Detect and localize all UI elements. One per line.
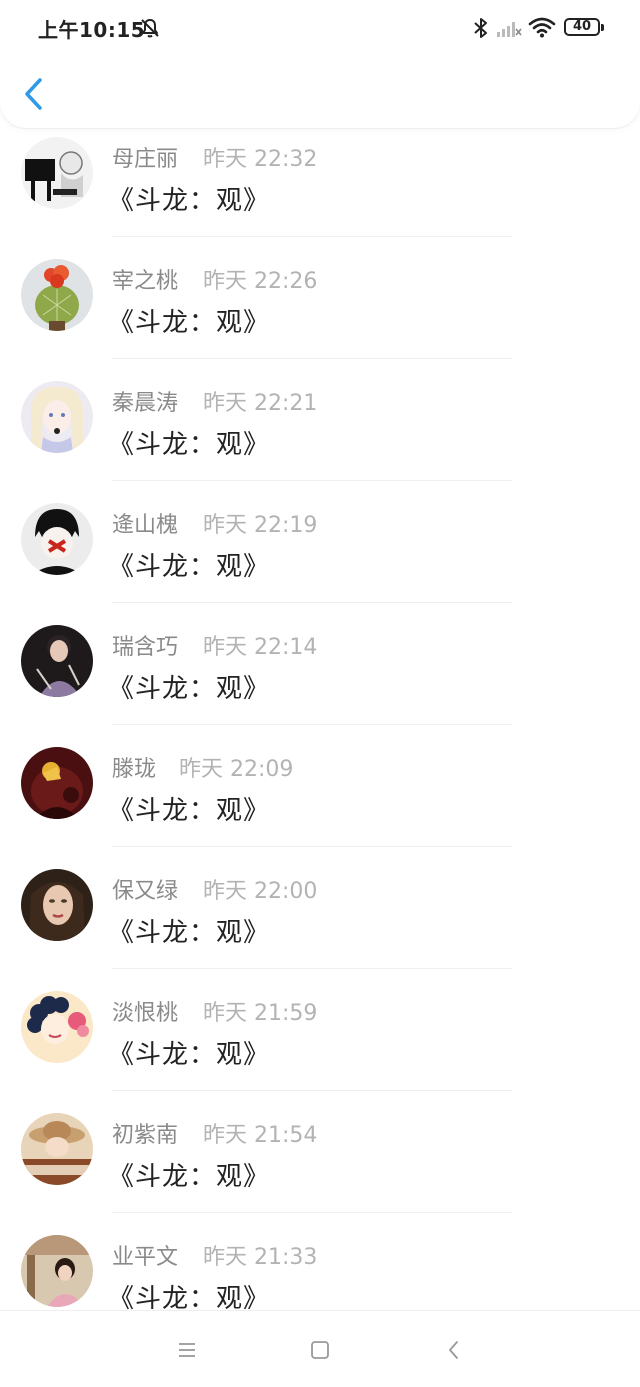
home-icon[interactable] — [307, 1337, 333, 1363]
comment-text: 《斗龙：观》 — [108, 1162, 271, 1192]
comment-time: 昨天 22:14 — [203, 635, 318, 660]
commenter-name[interactable]: 初紫南 — [112, 1117, 178, 1149]
bell-muted-icon — [141, 19, 159, 38]
avatar[interactable] — [21, 503, 93, 575]
comment-text: 《斗龙：观》 — [108, 1040, 271, 1070]
commenter-name[interactable]: 秦晨涛 — [112, 385, 178, 417]
commenter-name[interactable]: 保又绿 — [112, 873, 178, 905]
battery-level: 40 — [572, 19, 592, 34]
avatar[interactable] — [21, 259, 93, 331]
comment-time: 昨天 22:09 — [179, 757, 294, 782]
wifi-icon — [528, 17, 556, 38]
status-bar: 上午10:15 40 — [0, 0, 640, 56]
menu-icon[interactable] — [174, 1337, 200, 1363]
back-button[interactable] — [18, 74, 52, 114]
commenter-name[interactable]: 瑞含巧 — [112, 629, 178, 661]
avatar[interactable] — [21, 137, 93, 209]
avatar[interactable] — [21, 747, 93, 819]
battery-icon: 40 — [564, 18, 604, 36]
comment-text: 《斗龙：观》 — [108, 796, 271, 826]
comment-list-screen: 上午10:15 40 母庄丽 昨天 22:32 《斗龙：观》 宰之桃 昨天 22… — [0, 0, 640, 1387]
commenter-name[interactable]: 宰之桃 — [112, 263, 178, 295]
list-item[interactable]: 宰之桃 昨天 22:26 《斗龙：观》 — [0, 214, 640, 359]
back-icon[interactable] — [441, 1337, 467, 1363]
avatar[interactable] — [21, 1113, 93, 1185]
comment-text: 《斗龙：观》 — [108, 552, 271, 582]
list-item[interactable]: 逄山槐 昨天 22:19 《斗龙：观》 — [0, 458, 640, 603]
list-item[interactable]: 保又绿 昨天 22:00 《斗龙：观》 — [0, 824, 640, 969]
list-item[interactable]: 瑞含巧 昨天 22:14 《斗龙：观》 — [0, 580, 640, 725]
list-item[interactable]: 业平文 昨天 21:33 《斗龙：观》 — [0, 1190, 640, 1314]
bluetooth-icon — [474, 18, 487, 38]
comment-time: 昨天 21:33 — [203, 1245, 318, 1270]
app-header: 上午10:15 40 — [0, 0, 640, 128]
comment-time: 昨天 22:19 — [203, 513, 318, 538]
avatar[interactable] — [21, 1235, 93, 1307]
list-item[interactable]: 初紫南 昨天 21:54 《斗龙：观》 — [0, 1068, 640, 1213]
comment-time: 昨天 22:32 — [203, 147, 318, 172]
commenter-name[interactable]: 业平文 — [112, 1239, 178, 1271]
list-item[interactable]: 秦晨涛 昨天 22:21 《斗龙：观》 — [0, 336, 640, 481]
list-item[interactable]: 淡恨桃 昨天 21:59 《斗龙：观》 — [0, 946, 640, 1091]
commenter-name[interactable]: 母庄丽 — [112, 141, 178, 173]
comment-list: 母庄丽 昨天 22:32 《斗龙：观》 宰之桃 昨天 22:26 《斗龙：观》 … — [0, 92, 640, 1314]
avatar[interactable] — [21, 991, 93, 1063]
avatar[interactable] — [21, 625, 93, 697]
comment-time: 昨天 22:00 — [203, 879, 318, 904]
commenter-name[interactable]: 逄山槐 — [112, 507, 178, 539]
comment-text: 《斗龙：观》 — [108, 186, 271, 216]
system-nav-bar — [0, 1310, 640, 1387]
signal-icon — [497, 22, 522, 37]
comment-time: 昨天 22:21 — [203, 391, 318, 416]
comment-text: 《斗龙：观》 — [108, 674, 271, 704]
commenter-name[interactable]: 淡恨桃 — [112, 995, 178, 1027]
avatar[interactable] — [21, 381, 93, 453]
comment-text: 《斗龙：观》 — [108, 430, 271, 460]
comment-time: 昨天 21:54 — [203, 1123, 318, 1148]
avatar[interactable] — [21, 869, 93, 941]
comment-time: 昨天 22:26 — [203, 269, 318, 294]
comment-time: 昨天 21:59 — [203, 1001, 318, 1026]
list-item[interactable]: 滕珑 昨天 22:09 《斗龙：观》 — [0, 702, 640, 847]
commenter-name[interactable]: 滕珑 — [112, 751, 156, 783]
comment-text: 《斗龙：观》 — [108, 918, 271, 948]
status-time: 上午10:15 — [38, 18, 146, 42]
comment-text: 《斗龙：观》 — [108, 308, 271, 338]
